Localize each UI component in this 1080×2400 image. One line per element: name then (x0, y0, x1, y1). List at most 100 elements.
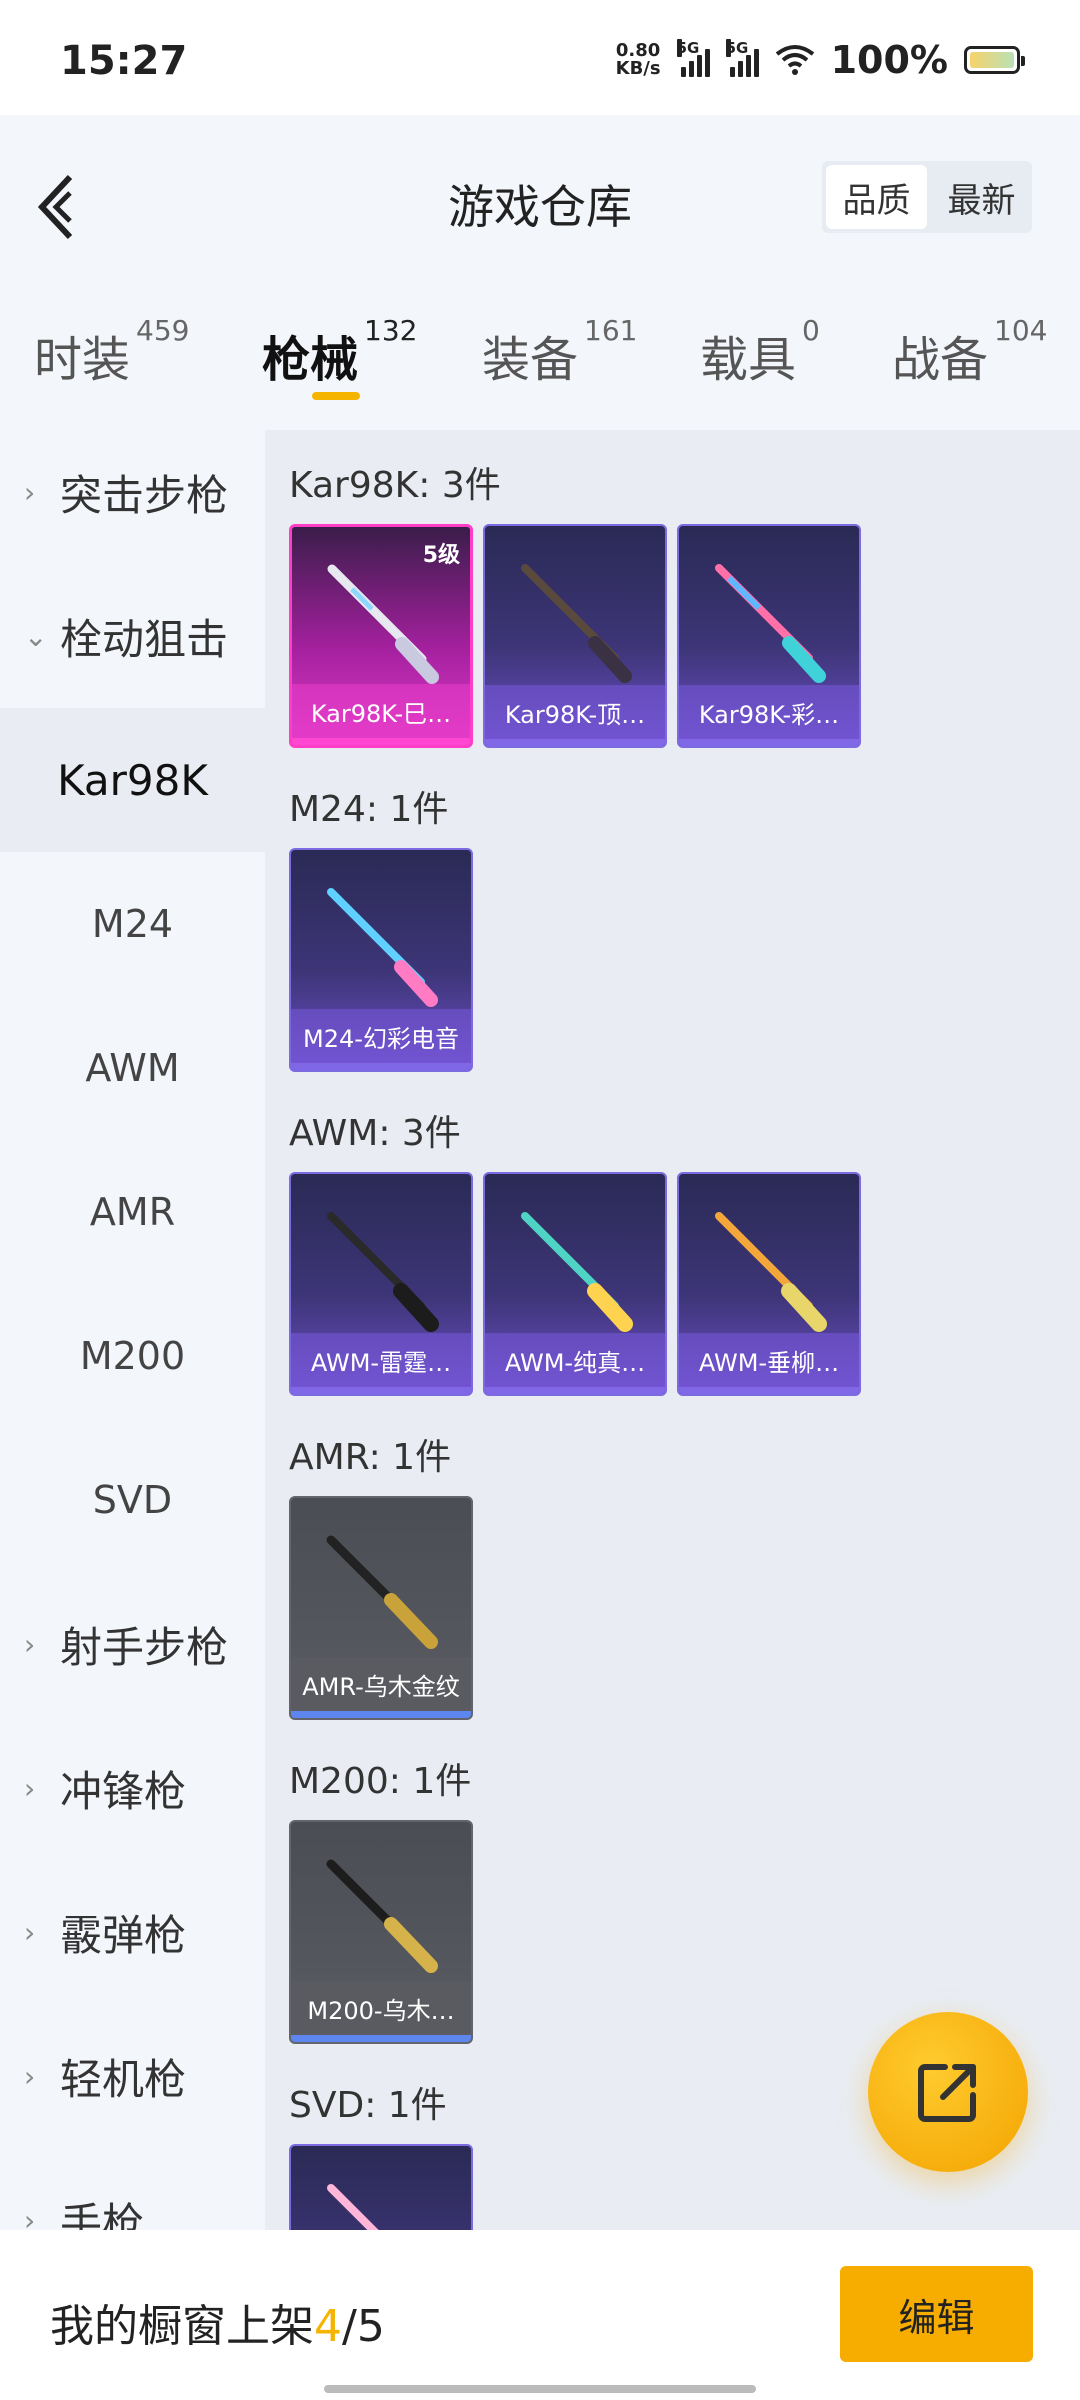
showcase-bar: 我的橱窗上架4/5 编辑 (0, 2230, 1080, 2400)
chevron-down-icon: ⌄ (24, 619, 48, 653)
sort-option-quality[interactable]: 品质 (826, 165, 927, 229)
rifle-icon (326, 1535, 438, 1649)
status-icons: 0.80 KB/s 5G 5G 100% (616, 38, 1025, 82)
tab-label: 装备 (482, 332, 579, 388)
rifle-icon (327, 888, 438, 1007)
sidebar-subitem-awm[interactable]: AWM (0, 996, 265, 1140)
sidebar-item-label: 射手步枪 (60, 1622, 229, 1672)
tab-label: 时装 (34, 332, 131, 388)
signal-icon: 5G (676, 39, 710, 77)
sidebar-subitem-m24[interactable]: M24 (0, 852, 265, 996)
status-bar: 15:27 0.80 KB/s 5G 5G 100% (0, 0, 1080, 115)
weapon-grid: Kar98K: 3件 5级 Kar98K-巳… Kar98K-顶… Kar98K… (265, 430, 1080, 2230)
sort-toggle: 品质 最新 (822, 161, 1032, 233)
tab-count: 0 (802, 314, 820, 347)
section-title-amr: AMR: 1件 (289, 1437, 452, 1478)
item-name: Kar98K-彩… (679, 685, 859, 746)
rifle-icon (327, 2184, 379, 2230)
section-title-awm: AWM: 3件 (289, 1113, 461, 1154)
sidebar-item-bolt-action[interactable]: ⌄ 栓动狙击 (0, 564, 265, 708)
tab-guns[interactable]: 枪械132 (262, 314, 417, 390)
battery-icon (964, 46, 1025, 74)
top-header: 游戏仓库 品质 最新 (0, 115, 1080, 285)
network-type-label: 5G (676, 39, 700, 57)
tab-count: 132 (364, 314, 418, 347)
sidebar-item-smg[interactable]: › 冲锋枪 (0, 1716, 265, 1860)
sidebar-item-assault-rifles[interactable]: › 突击步枪 (0, 420, 265, 564)
sidebar-item-label: 霰弹枪 (60, 1910, 187, 1960)
tab-label: 战备 (892, 332, 989, 388)
share-button[interactable] (868, 2012, 1028, 2172)
network-speed: 0.80 KB/s (616, 42, 661, 78)
sidebar-item-shotguns[interactable]: › 霰弹枪 (0, 1860, 265, 2004)
weapon-category-sidebar: › 突击步枪 ⌄ 栓动狙击 Kar98K M24 AWM AMR M200 SVD … (0, 420, 265, 2248)
chevron-right-icon: › (24, 1771, 36, 1805)
item-name: M24-幻彩电音 (291, 1009, 471, 1070)
battery-percent: 100% (830, 38, 948, 82)
tab-count: 161 (584, 314, 638, 347)
chevron-right-icon: › (24, 1627, 36, 1661)
rifle-icon (327, 1212, 439, 1332)
item-card[interactable]: AWM-纯真… (483, 1172, 667, 1396)
tab-count: 459 (136, 314, 190, 347)
item-card[interactable]: Kar98K-彩… (677, 524, 861, 748)
sidebar-item-label: 突击步枪 (60, 470, 229, 520)
item-name: M200-乌木… (291, 1981, 471, 2042)
sidebar-subitem-amr[interactable]: AMR (0, 1140, 265, 1284)
item-name: AWM-垂柳… (679, 1333, 859, 1394)
sidebar-item-label: 轻机枪 (60, 2054, 187, 2104)
item-card[interactable]: M200-乌木… (289, 1820, 473, 2044)
sort-option-latest[interactable]: 最新 (931, 161, 1032, 233)
showcase-label: 我的橱窗上架 (50, 2301, 314, 2352)
item-card[interactable]: 5级 Kar98K-巳… (289, 524, 473, 748)
item-name: AWM-雷霆… (291, 1333, 471, 1394)
chevron-right-icon: › (24, 475, 36, 509)
item-card[interactable]: AMR-乌木金纹 (289, 1496, 473, 1720)
tab-label: 枪械 (262, 332, 359, 388)
sidebar-subitem-m200[interactable]: M200 (0, 1284, 265, 1428)
tab-supplies[interactable]: 战备104 (892, 314, 1047, 390)
tab-vehicles[interactable]: 载具0 (700, 314, 820, 390)
showcase-count: 4 (314, 2301, 342, 2352)
rifle-icon (327, 564, 439, 684)
share-external-icon (918, 2064, 976, 2122)
wifi-icon (775, 45, 814, 75)
rifle-icon (715, 1212, 827, 1332)
section-title-svd: SVD: 1件 (289, 2085, 447, 2126)
item-card[interactable]: AWM-垂柳… (677, 1172, 861, 1396)
item-card[interactable] (289, 2144, 473, 2230)
chevron-right-icon: › (24, 1915, 36, 1949)
sidebar-subitem-kar98k[interactable]: Kar98K (0, 708, 265, 852)
showcase-total: 5 (356, 2301, 385, 2352)
home-indicator[interactable] (324, 2385, 756, 2393)
chevron-right-icon: › (24, 2059, 36, 2093)
section-title-m24: M24: 1件 (289, 789, 449, 830)
rifle-icon (521, 1212, 633, 1332)
tab-label: 载具 (700, 332, 797, 388)
item-card[interactable]: Kar98K-顶… (483, 524, 667, 748)
sidebar-item-lmg[interactable]: › 轻机枪 (0, 2004, 265, 2148)
network-type-label-2: 5G (725, 39, 749, 57)
rifle-icon (715, 564, 826, 683)
showcase-separator: / (342, 2301, 357, 2352)
tab-equipment[interactable]: 装备161 (482, 314, 637, 390)
rifle-icon (326, 1859, 438, 1973)
tab-fashion[interactable]: 时装459 (34, 314, 189, 390)
signal-icon-2: 5G (725, 39, 759, 77)
category-tabs: 时装459 枪械132 装备161 载具0 战备104 (0, 300, 1080, 420)
sidebar-item-label: 栓动狙击 (60, 614, 229, 664)
status-time: 15:27 (60, 38, 188, 84)
section-title-m200: M200: 1件 (289, 1761, 472, 1802)
rifle-icon (521, 564, 632, 683)
item-card[interactable]: AWM-雷霆… (289, 1172, 473, 1396)
item-name: Kar98K-巳… (292, 684, 470, 745)
edit-button[interactable]: 编辑 (840, 2266, 1033, 2362)
item-card[interactable]: M24-幻彩电音 (289, 848, 473, 1072)
active-tab-indicator (312, 392, 360, 400)
network-speed-unit: KB/s (615, 58, 661, 79)
item-name: AMR-乌木金纹 (291, 1657, 471, 1718)
sidebar-item-marksman-rifles[interactable]: › 射手步枪 (0, 1572, 265, 1716)
section-title-kar98k: Kar98K: 3件 (289, 465, 501, 506)
item-name: Kar98K-顶… (485, 685, 665, 746)
sidebar-subitem-svd[interactable]: SVD (0, 1428, 265, 1572)
